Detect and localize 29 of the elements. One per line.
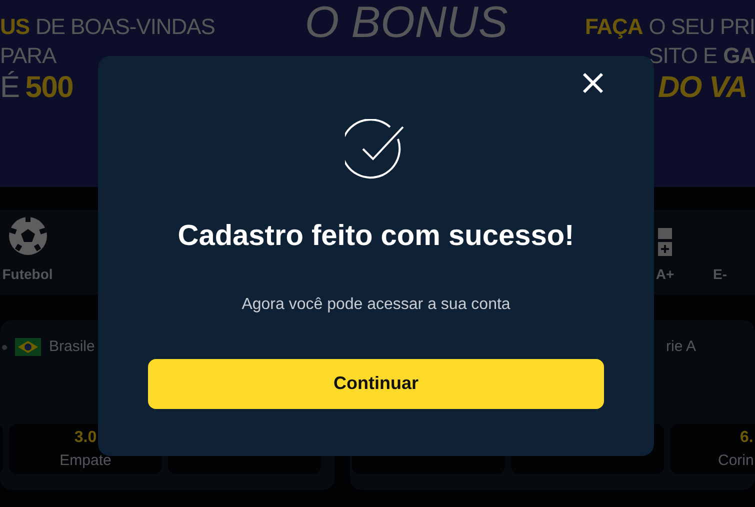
banner-title: O BONUS (304, 0, 508, 46)
odds-button[interactable]: 6. Corin (670, 424, 755, 474)
banner-text: PARA (0, 42, 56, 70)
close-icon (582, 72, 604, 94)
flag-icon (15, 338, 41, 356)
odds-label: Empate (60, 450, 112, 471)
league-name: rie A (666, 337, 696, 357)
banner-text: O SEU PRI (648, 13, 755, 41)
sport-label[interactable]: E- (713, 264, 727, 285)
dialog-title: Cadastro feito com sucesso! (178, 219, 574, 254)
banner-text: É (0, 70, 20, 106)
banner-text: 500 (25, 70, 74, 106)
banner-text: SITO E (648, 42, 718, 70)
soccer-ball-icon (8, 216, 48, 256)
banner-text: GA (723, 42, 755, 70)
odds-value: 3.0 (74, 428, 97, 448)
banner-text: DO VA (658, 70, 747, 106)
odds-label: Corin (718, 450, 754, 471)
odds-value: 6. (740, 428, 754, 448)
banner-text: DE BOAS-VINDAS (35, 13, 215, 41)
sport-label[interactable]: A+ (656, 264, 674, 285)
close-button[interactable] (580, 70, 606, 96)
banner-text: US (0, 13, 30, 41)
dialog-message: Agora você pode acessar a sua conta (242, 294, 510, 314)
continue-button[interactable]: Continuar (148, 358, 604, 408)
plus-badge-icon (658, 228, 672, 256)
banner-text: FAÇA (585, 13, 643, 41)
league-name: Brasile (49, 337, 95, 357)
sport-label[interactable]: Futebol (2, 264, 53, 285)
